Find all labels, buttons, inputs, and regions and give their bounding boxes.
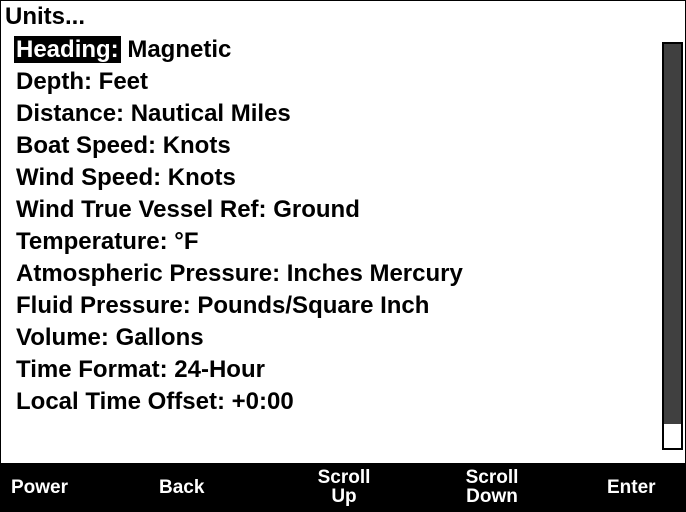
menu-item-value: +0:00 <box>231 388 294 415</box>
softkey-label: Power <box>11 476 69 498</box>
softkey-label-line-1: Scroll <box>465 467 519 488</box>
vertical-scrollbar[interactable] <box>662 42 683 450</box>
scroll-up-softkey[interactable]: Scroll Up <box>289 463 399 511</box>
list-item-atmospheric-pressure[interactable]: Atmospheric Pressure: Inches Mercury <box>16 258 650 290</box>
list-item-wind-speed[interactable]: Wind Speed: Knots <box>16 162 650 194</box>
menu-item-label: Temperature: <box>16 228 168 255</box>
list-item-depth[interactable]: Depth: Feet <box>16 66 650 98</box>
scroll-down-softkey[interactable]: Scroll Down <box>432 463 552 511</box>
list-item-heading[interactable]: Heading: Magnetic <box>14 34 650 66</box>
list-item-boat-speed[interactable]: Boat Speed: Knots <box>16 130 650 162</box>
softkey-label: Enter <box>607 476 656 498</box>
softkey-label-line-2: Down <box>466 486 518 507</box>
softkey-label-line-1: Scroll <box>317 467 371 488</box>
menu-item-value: °F <box>174 228 199 255</box>
menu-item-value: Magnetic <box>127 36 232 63</box>
scrollbar-thumb[interactable] <box>664 44 681 424</box>
list-item-wind-true-vessel-ref[interactable]: Wind True Vessel Ref: Ground <box>16 194 650 226</box>
menu-item-label: Atmospheric Pressure: <box>16 260 281 287</box>
menu-item-value: Gallons <box>115 324 204 351</box>
page-title: Units... <box>5 3 86 30</box>
menu-item-label: Distance: <box>16 100 125 127</box>
list-item-volume[interactable]: Volume: Gallons <box>16 322 650 354</box>
back-softkey[interactable]: Back <box>159 463 255 511</box>
menu-item-value: 24-Hour <box>174 356 265 383</box>
power-softkey[interactable]: Power <box>11 463 111 511</box>
menu-item-value: Feet <box>98 68 149 95</box>
menu-item-value: Inches Mercury <box>286 260 463 287</box>
list-item-fluid-pressure[interactable]: Fluid Pressure: Pounds/Square Inch <box>16 290 650 322</box>
menu-item-label: Heading: <box>14 36 121 63</box>
menu-item-value: Knots <box>167 164 236 191</box>
menu-item-label: Volume: <box>16 324 109 351</box>
menu-item-label: Wind True Vessel Ref: <box>16 196 267 223</box>
menu-item-label: Time Format: <box>16 356 168 383</box>
list-item-time-format[interactable]: Time Format: 24-Hour <box>16 354 650 386</box>
enter-softkey[interactable]: Enter <box>607 463 685 511</box>
menu-item-value: Ground <box>273 196 360 223</box>
menu-item-label: Boat Speed: <box>16 132 157 159</box>
menu-item-label: Fluid Pressure: <box>16 292 191 319</box>
softkey-label: Back <box>159 476 205 498</box>
menu-item-value: Knots <box>162 132 231 159</box>
menu-item-value: Nautical Miles <box>130 100 291 127</box>
list-item-local-time-offset[interactable]: Local Time Offset: +0:00 <box>16 386 650 418</box>
list-item-distance[interactable]: Distance: Nautical Miles <box>16 98 650 130</box>
menu-item-label: Local Time Offset: <box>16 388 225 415</box>
list-item-temperature[interactable]: Temperature: °F <box>16 226 650 258</box>
menu-item-label: Depth: <box>16 68 92 95</box>
menu-item-value: Pounds/Square Inch <box>197 292 430 319</box>
softkey-bar: Power Back Scroll Up Scroll Down Enter <box>1 463 685 511</box>
units-menu-screen: Units... Heading: Magnetic Depth: Feet D… <box>0 0 686 512</box>
menu-item-label: Wind Speed: <box>16 164 162 191</box>
units-list: Heading: Magnetic Depth: Feet Distance: … <box>14 34 650 418</box>
softkey-label-line-2: Up <box>331 486 357 507</box>
